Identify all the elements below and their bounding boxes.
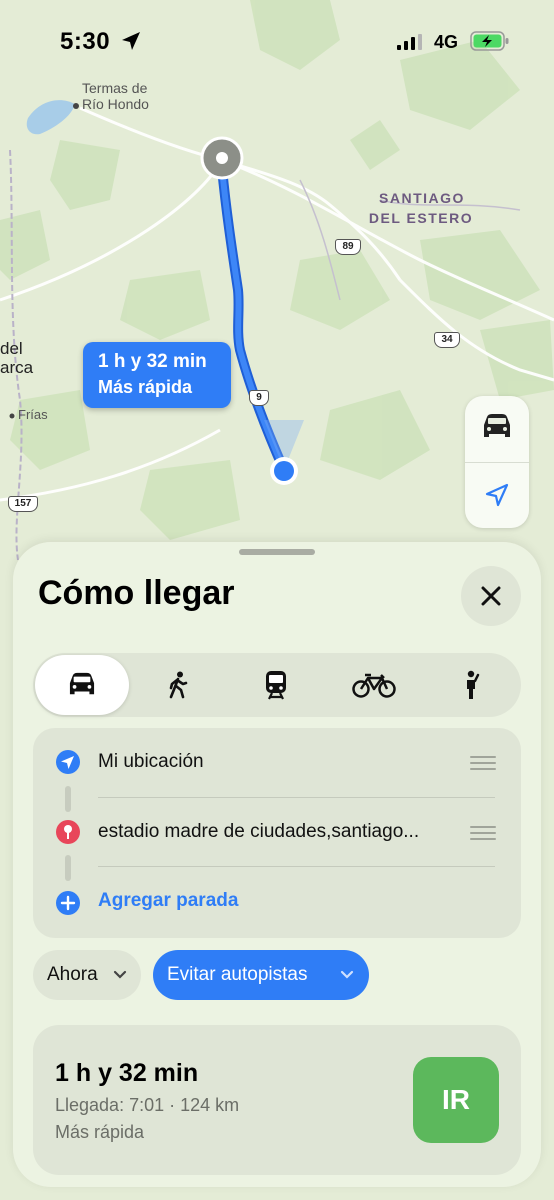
route-shield-9: 9 bbox=[249, 390, 269, 406]
route-connector bbox=[65, 855, 71, 881]
sheet-title: Cómo llegar bbox=[38, 574, 235, 612]
map-label-arca: arca bbox=[0, 358, 34, 377]
route-shield-89: 89 bbox=[335, 239, 361, 255]
sheet-grabber[interactable] bbox=[239, 549, 315, 555]
avoid-highways-button[interactable]: Evitar autopistas bbox=[153, 950, 369, 1000]
mode-tab-rideshare[interactable] bbox=[424, 655, 518, 715]
map-label-frias: Frías bbox=[18, 407, 48, 422]
route-arrival-distance: Llegada: 7:01 · 124 km bbox=[55, 1095, 240, 1115]
location-arrow-icon bbox=[122, 32, 140, 50]
add-stop-button[interactable]: Agregar parada bbox=[98, 890, 238, 912]
mode-tab-car[interactable] bbox=[35, 655, 129, 715]
departure-time-button[interactable]: Ahora bbox=[33, 950, 141, 1000]
route-callout[interactable]: 1 h y 32 min Más rápida bbox=[83, 342, 231, 408]
route-tag: Más rápida bbox=[55, 1122, 145, 1142]
chevron-down-icon bbox=[340, 970, 354, 979]
map-label-del: del bbox=[0, 339, 23, 358]
destination-pin-icon[interactable] bbox=[200, 136, 244, 180]
destination-marker-icon bbox=[56, 820, 80, 844]
route-duration: 1 h y 32 min bbox=[55, 1059, 199, 1087]
add-stop-icon[interactable] bbox=[55, 890, 81, 916]
departure-time-label: Ahora bbox=[47, 964, 98, 985]
route-shield-34: 34 bbox=[434, 332, 460, 348]
avoid-highways-label: Evitar autopistas bbox=[167, 964, 308, 985]
transit-icon bbox=[266, 671, 286, 700]
route-connector bbox=[65, 786, 71, 812]
battery-charging-icon bbox=[470, 31, 509, 51]
reorder-handle-icon[interactable] bbox=[470, 756, 496, 770]
signal-icon bbox=[397, 34, 422, 50]
mode-tab-bike[interactable] bbox=[327, 655, 421, 715]
status-bar: 5:30 4G bbox=[0, 0, 554, 80]
close-icon bbox=[481, 586, 501, 606]
network-type: 4G bbox=[434, 32, 459, 52]
route-shield-157: 157 bbox=[8, 496, 38, 512]
stop-origin-label[interactable]: Mi ubicación bbox=[98, 751, 458, 773]
rideshare-icon bbox=[467, 670, 480, 699]
chevron-down-icon bbox=[113, 970, 127, 979]
status-time: 5:30 bbox=[60, 28, 111, 55]
driving-mode-icon[interactable] bbox=[480, 413, 514, 441]
go-button-label: IR bbox=[442, 1084, 470, 1115]
map-label-rio-hondo: Río Hondo bbox=[82, 96, 149, 112]
walk-icon bbox=[169, 671, 188, 699]
reorder-handle-icon[interactable] bbox=[470, 826, 496, 840]
mode-tab-transit[interactable] bbox=[229, 655, 323, 715]
route-callout-tag: Más rápida bbox=[98, 377, 193, 397]
stop-divider bbox=[98, 866, 495, 867]
route-callout-duration: 1 h y 32 min bbox=[98, 351, 207, 372]
go-button[interactable]: IR bbox=[413, 1057, 499, 1143]
map-label-del-estero: DEL ESTERO bbox=[368, 210, 474, 226]
close-button[interactable] bbox=[461, 566, 521, 626]
stop-destination-label[interactable]: estadio madre de ciudades,santiago... bbox=[98, 821, 466, 843]
origin-location-icon bbox=[56, 750, 80, 774]
bike-icon bbox=[352, 673, 396, 698]
mode-tab-walk[interactable] bbox=[131, 655, 225, 715]
locate-me-icon[interactable] bbox=[484, 482, 510, 508]
map-label-santiago: SANTIAGO bbox=[379, 190, 465, 206]
car-icon bbox=[69, 672, 95, 695]
stop-divider bbox=[98, 797, 495, 798]
